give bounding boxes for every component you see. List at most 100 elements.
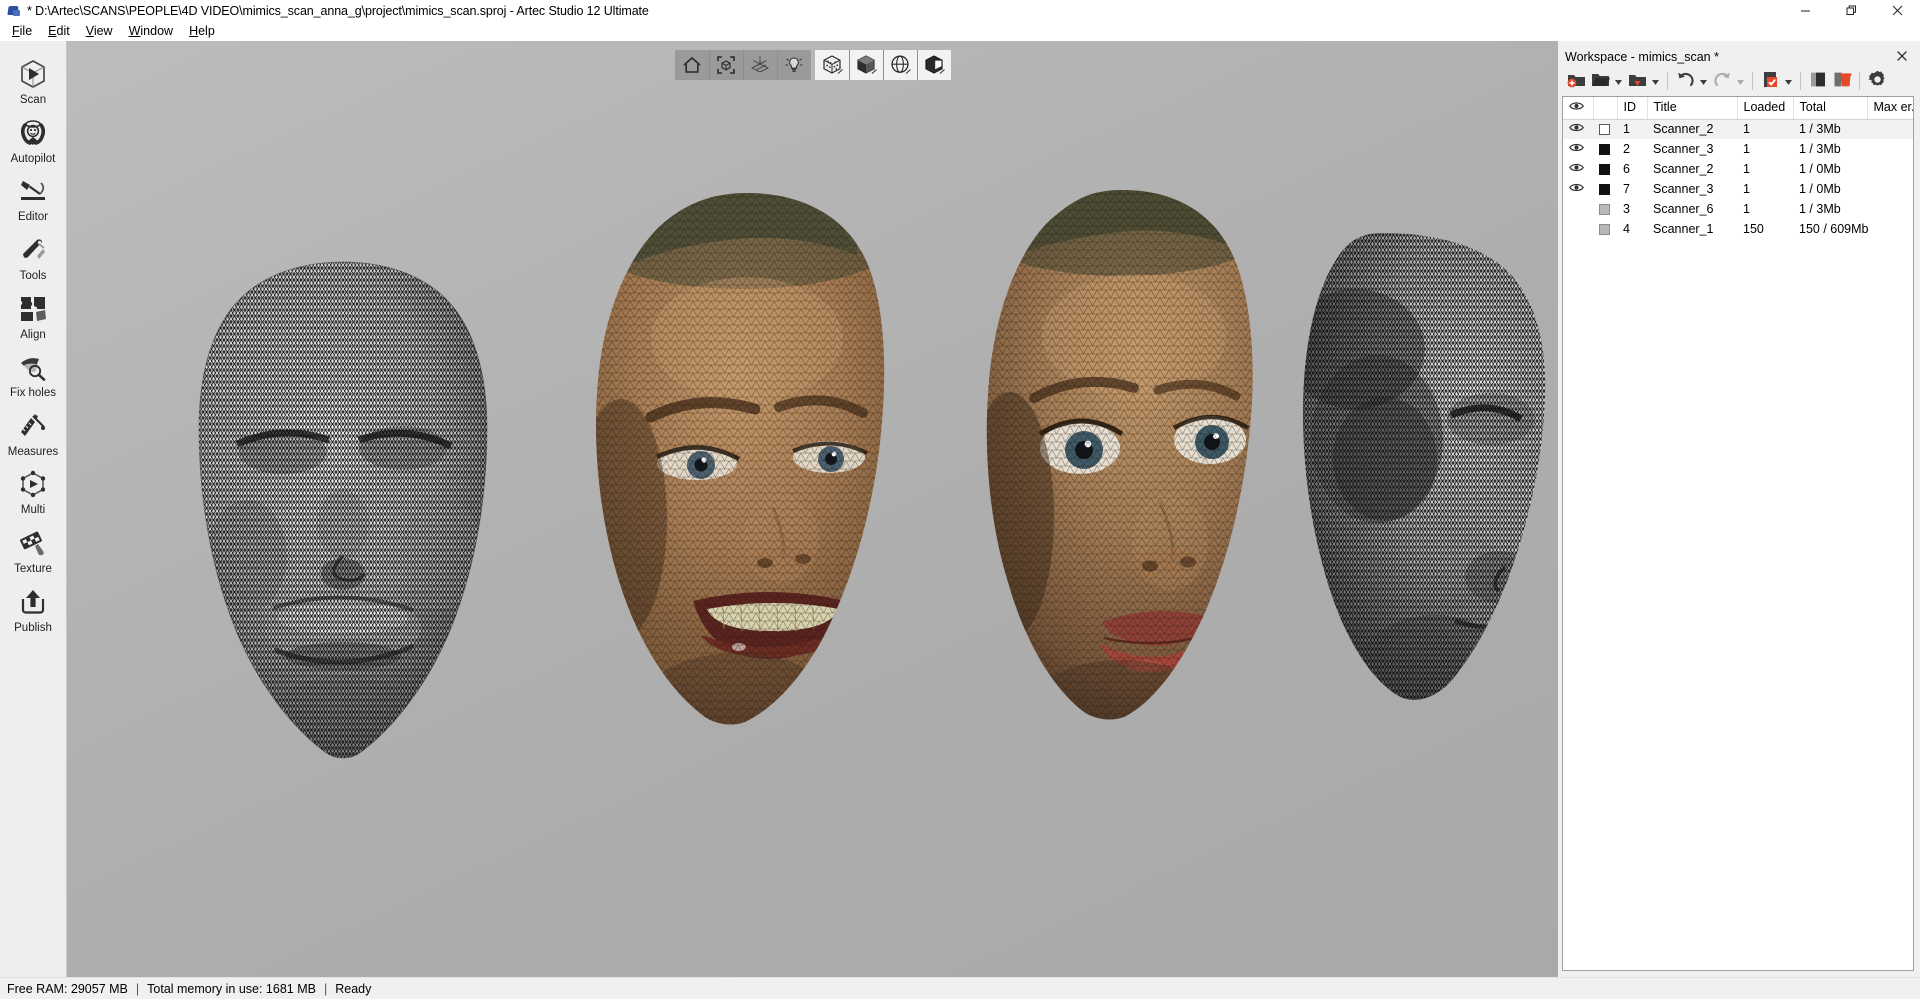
face-textured-smiling[interactable]: [567, 189, 897, 734]
face-wireframe-smiling[interactable]: [175, 256, 510, 776]
menu-file[interactable]: File: [4, 22, 40, 40]
new-project-button[interactable]: [1564, 69, 1588, 93]
sidebar-item-label: Editor: [17, 211, 49, 224]
status-state: Ready: [335, 981, 372, 996]
checkbox-icon[interactable]: [1599, 184, 1610, 196]
row-select-checkbox[interactable]: [1593, 179, 1617, 199]
multi-icon: [16, 467, 50, 501]
row-maxerr: [1867, 179, 1913, 199]
3d-viewport[interactable]: [67, 41, 1558, 977]
checkbox-icon[interactable]: [1599, 164, 1610, 176]
render-textured-button[interactable]: [916, 50, 951, 80]
fit-to-view-button[interactable]: [708, 50, 743, 80]
toggle-grid-button[interactable]: [742, 50, 777, 80]
chevron-down-icon: [1785, 74, 1792, 88]
align-icon: [16, 292, 50, 326]
render-points-button[interactable]: [814, 50, 849, 80]
sidebar-item-multi[interactable]: Multi: [0, 463, 66, 522]
render-wireframe-button[interactable]: [882, 50, 917, 80]
main-content: Scan Autopilot Editor Tools Align Fix ho…: [0, 41, 1920, 977]
row-visibility-toggle[interactable]: [1563, 119, 1593, 139]
row-visibility-toggle[interactable]: [1563, 159, 1593, 179]
table-row[interactable]: 7 Scanner_3 1 1 / 0Mb: [1563, 179, 1913, 199]
undo-button[interactable]: [1673, 69, 1697, 93]
import-button[interactable]: [1625, 69, 1649, 93]
title-bar: * D:\Artec\SCANS\PEOPLE\4D VIDEO\mimics_…: [0, 0, 1920, 21]
row-maxerr: [1867, 159, 1913, 179]
row-select-checkbox[interactable]: [1593, 159, 1617, 179]
menu-window[interactable]: Window: [121, 22, 181, 40]
column-title[interactable]: Title: [1647, 97, 1738, 120]
row-visibility-toggle[interactable]: [1563, 199, 1593, 219]
settings-button[interactable]: [1865, 69, 1889, 93]
sidebar-item-label: Multi: [20, 504, 46, 517]
open-project-dropdown-arrow[interactable]: [1612, 69, 1625, 93]
menu-help[interactable]: Help: [181, 22, 223, 40]
table-row[interactable]: 2 Scanner_3 1 1 / 3Mb: [1563, 139, 1913, 159]
eye-icon: [1569, 102, 1584, 110]
lighting-button[interactable]: [776, 50, 811, 80]
row-id: 2: [1623, 142, 1630, 156]
table-row[interactable]: 1 Scanner_2 1 1 / 3Mb: [1563, 119, 1913, 139]
checkbox-icon[interactable]: [1599, 124, 1610, 136]
redo-icon: [1713, 70, 1732, 92]
workspace-scroll-area[interactable]: ID Title Loaded Total Max er... 1Scanner…: [1563, 97, 1913, 970]
menu-edit[interactable]: Edit: [40, 22, 78, 40]
row-visibility-toggle[interactable]: [1563, 219, 1593, 239]
open-project-button[interactable]: [1588, 69, 1612, 93]
column-select[interactable]: [1593, 97, 1618, 120]
sidebar-item-texture[interactable]: Texture: [0, 522, 66, 581]
checkbox-icon[interactable]: [1599, 144, 1610, 156]
row-select-checkbox[interactable]: [1593, 199, 1617, 219]
table-row[interactable]: 3 Scanner_6 1 1 / 3Mb: [1563, 199, 1913, 219]
checkbox-icon[interactable]: [1599, 224, 1610, 236]
undo-dropdown-arrow[interactable]: [1697, 69, 1710, 93]
column-maxerr[interactable]: Max er...: [1867, 97, 1913, 120]
import-dropdown-arrow[interactable]: [1649, 69, 1662, 93]
column-total[interactable]: Total: [1793, 97, 1868, 120]
home-view-button[interactable]: [674, 50, 709, 80]
face-textured-surprised[interactable]: [962, 186, 1272, 731]
column-id[interactable]: ID: [1617, 97, 1648, 120]
sidebar-item-publish[interactable]: Publish: [0, 581, 66, 640]
sidebar-item-scan[interactable]: Scan: [0, 53, 66, 112]
sidebar-item-align[interactable]: Align: [0, 288, 66, 347]
sidebar-item-editor[interactable]: Editor: [0, 170, 66, 229]
toolbar-separator: [1859, 71, 1860, 90]
duplicate-button[interactable]: [1806, 69, 1830, 93]
workspace-title-bar: Workspace - mimics_scan *: [1562, 47, 1914, 66]
select-all-button[interactable]: [1758, 69, 1782, 93]
delete-button[interactable]: [1830, 69, 1854, 93]
restore-button[interactable]: [1828, 0, 1874, 21]
table-row[interactable]: 6 Scanner_2 1 1 / 0Mb: [1563, 159, 1913, 179]
sidebar-item-tools[interactable]: Tools: [0, 229, 66, 288]
render-solid-button[interactable]: [848, 50, 883, 80]
minimize-button[interactable]: [1782, 0, 1828, 21]
column-loaded[interactable]: Loaded: [1737, 97, 1794, 120]
status-free-ram: Free RAM: 29057 MB: [7, 981, 128, 996]
row-maxerr: [1867, 139, 1913, 159]
row-visibility-toggle[interactable]: [1563, 179, 1593, 199]
sidebar-item-measures[interactable]: Measures: [0, 405, 66, 464]
row-total: 1 / 0Mb: [1799, 182, 1841, 196]
close-button[interactable]: [1874, 0, 1920, 21]
row-total: 150 / 609Mb: [1799, 222, 1869, 236]
table-row[interactable]: 4 Scanner_1 150 150 / 609Mb: [1563, 219, 1913, 239]
select-all-dropdown-arrow[interactable]: [1782, 69, 1795, 93]
sidebar-item-fix-holes[interactable]: Fix holes: [0, 346, 66, 405]
row-select-checkbox[interactable]: [1593, 219, 1617, 239]
row-visibility-toggle[interactable]: [1563, 139, 1593, 159]
workspace-table-frame: ID Title Loaded Total Max er... 1Scanner…: [1562, 96, 1914, 971]
menu-view[interactable]: View: [78, 22, 121, 40]
face-wireframe-profile[interactable]: [1285, 229, 1558, 729]
column-visible[interactable]: [1563, 97, 1594, 120]
checkbox-icon[interactable]: [1599, 204, 1610, 216]
texture-icon: [16, 526, 50, 560]
table-header-row: ID Title Loaded Total Max er...: [1563, 97, 1913, 120]
row-select-checkbox[interactable]: [1593, 119, 1617, 139]
row-id: 4: [1623, 222, 1630, 236]
measures-icon: [16, 409, 50, 443]
sidebar-item-autopilot[interactable]: Autopilot: [0, 112, 66, 171]
row-select-checkbox[interactable]: [1593, 139, 1617, 159]
workspace-close-icon[interactable]: [1894, 48, 1910, 64]
